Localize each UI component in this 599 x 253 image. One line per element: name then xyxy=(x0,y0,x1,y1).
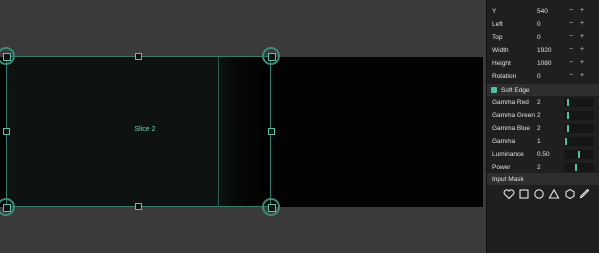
slider-value[interactable]: 2 xyxy=(537,164,541,171)
decrement-button[interactable]: − xyxy=(569,72,573,79)
decrement-button[interactable]: − xyxy=(569,20,573,27)
properties-panel: − + Y 540 − + Left 0 − + Top 0 − + Width… xyxy=(486,0,599,253)
property-row-width: Width 1920 − + xyxy=(487,44,599,57)
property-value[interactable]: 540 xyxy=(537,8,548,15)
section-title: Input Mask xyxy=(492,176,524,183)
soft-edge-header[interactable]: Soft Edge xyxy=(487,84,599,96)
increment-button[interactable]: + xyxy=(580,0,584,1)
slider-knob[interactable] xyxy=(567,112,569,119)
slider-value[interactable]: 0.50 xyxy=(537,151,550,158)
property-label: Y xyxy=(492,8,497,15)
circle-icon[interactable] xyxy=(533,188,545,200)
decrement-button[interactable]: − xyxy=(569,59,573,66)
soft-edge-divider xyxy=(218,57,219,207)
slider-label: Gamma xyxy=(492,138,516,145)
slider-value[interactable]: 2 xyxy=(537,99,541,106)
property-value[interactable]: 0 xyxy=(537,34,541,41)
property-label: Width xyxy=(492,47,509,54)
property-value[interactable]: 1920 xyxy=(537,47,551,54)
corner-handle-bottom-right[interactable] xyxy=(262,198,280,216)
slider-track[interactable] xyxy=(564,137,594,146)
decrement-button[interactable]: − xyxy=(569,7,573,14)
slider-label: Gamma Red xyxy=(492,99,529,106)
hexagon-icon[interactable] xyxy=(564,188,576,200)
slider-value[interactable]: 1 xyxy=(537,138,541,145)
property-label: Top xyxy=(492,34,503,41)
pen-icon[interactable] xyxy=(578,188,590,200)
slider-value[interactable]: 2 xyxy=(537,125,541,132)
property-row-y: Y 540 − + xyxy=(487,5,599,18)
slider-label: Luminance xyxy=(492,151,524,158)
slider-knob[interactable] xyxy=(567,99,569,106)
slider-label: Power xyxy=(492,164,511,171)
decrement-button[interactable]: − xyxy=(569,0,573,1)
slice-label: Slice 2 xyxy=(134,126,156,133)
increment-button[interactable]: + xyxy=(580,46,584,53)
slider-knob[interactable] xyxy=(567,125,569,132)
edge-handle-top[interactable] xyxy=(135,53,142,60)
soft-edge-checkbox[interactable] xyxy=(491,87,497,93)
property-value[interactable]: 0 xyxy=(537,73,541,80)
property-value[interactable]: 1080 xyxy=(537,60,551,67)
property-row-top: Top 0 − + xyxy=(487,31,599,44)
property-row-left: Left 0 − + xyxy=(487,18,599,31)
slider-knob[interactable] xyxy=(578,151,580,158)
corner-handle-bottom-left[interactable] xyxy=(0,198,15,216)
property-label: Rotation xyxy=(492,73,517,80)
increment-button[interactable]: + xyxy=(580,33,584,40)
property-row-height: Height 1080 − + xyxy=(487,57,599,70)
slider-track[interactable] xyxy=(564,163,594,172)
slider-track[interactable] xyxy=(564,150,594,159)
triangle-icon[interactable] xyxy=(548,188,560,200)
edge-handle-left[interactable] xyxy=(3,128,10,135)
slider-row-gamma-red: Gamma Red 2 xyxy=(487,96,599,109)
increment-button[interactable]: + xyxy=(580,72,584,79)
canvas-area[interactable]: Slice 2 xyxy=(0,0,486,253)
slider-knob[interactable] xyxy=(575,164,577,171)
mask-shape-toolbar xyxy=(487,184,599,206)
increment-button[interactable]: + xyxy=(580,59,584,66)
slider-row-luminance: Luminance 0.50 xyxy=(487,148,599,161)
corner-handle-top-right[interactable] xyxy=(262,47,280,65)
slider-label: Gamma Green xyxy=(492,112,535,119)
increment-button[interactable]: + xyxy=(580,20,584,27)
edge-handle-bottom[interactable] xyxy=(135,203,142,210)
slider-knob[interactable] xyxy=(565,138,567,145)
decrement-button[interactable]: − xyxy=(569,46,573,53)
slider-row-gamma-blue: Gamma Blue 2 xyxy=(487,122,599,135)
slider-track[interactable] xyxy=(564,124,594,133)
slider-row-gamma-green: Gamma Green 2 xyxy=(487,109,599,122)
slider-track[interactable] xyxy=(564,98,594,107)
slider-track[interactable] xyxy=(564,111,594,120)
slider-label: Gamma Blue xyxy=(492,125,530,132)
square-icon[interactable] xyxy=(518,188,530,200)
edge-handle-right[interactable] xyxy=(268,128,275,135)
heart-icon[interactable] xyxy=(503,188,515,200)
property-value[interactable]: 0 xyxy=(537,21,541,28)
slider-row-gamma: Gamma 1 xyxy=(487,135,599,148)
slider-value[interactable]: 2 xyxy=(537,112,541,119)
property-label: Left xyxy=(492,21,503,28)
decrement-button[interactable]: − xyxy=(569,33,573,40)
property-row-rotation: Rotation 0 − + xyxy=(487,70,599,83)
increment-button[interactable]: + xyxy=(580,7,584,14)
property-label: Height xyxy=(492,60,511,67)
section-title: Soft Edge xyxy=(501,87,530,94)
